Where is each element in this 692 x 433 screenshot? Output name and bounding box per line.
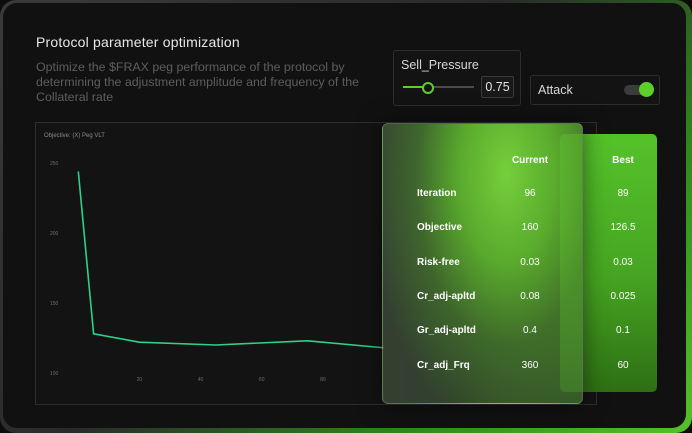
best-value: 60 xyxy=(617,360,629,371)
header-best: Best xyxy=(612,155,634,166)
row-label: Risk-free xyxy=(417,257,460,268)
current-value: 0.03 xyxy=(520,257,540,268)
sell-pressure-label: Sell_Pressure xyxy=(401,58,479,72)
attack-toggle[interactable] xyxy=(624,82,654,97)
row-label: Gr_adj-apltd xyxy=(417,325,476,336)
row-label: Cr_adj_Frq xyxy=(417,360,470,371)
y-tick-label: 200 xyxy=(50,231,59,237)
row-label: Iteration xyxy=(417,188,457,199)
y-tick-label: 250 xyxy=(50,161,59,167)
toggle-knob[interactable] xyxy=(639,82,654,97)
x-tick-label: 60 xyxy=(259,377,265,383)
attack-label: Attack xyxy=(538,83,573,97)
best-value: 89 xyxy=(617,188,629,199)
x-tick-label: 80 xyxy=(320,377,326,383)
page-description: Optimize the $FRAX peg performance of th… xyxy=(36,60,360,104)
row-label: Cr_adj-apltd xyxy=(417,291,476,302)
page-title: Protocol parameter optimization xyxy=(36,34,240,50)
current-value: 0.08 xyxy=(520,291,540,302)
y-tick-label: 150 xyxy=(50,301,59,307)
best-value: 0.03 xyxy=(613,257,633,268)
best-value: 0.025 xyxy=(610,291,636,302)
slider-thumb[interactable] xyxy=(421,82,434,94)
y-tick-label: 100 xyxy=(50,371,59,377)
current-value: 0.4 xyxy=(523,325,537,336)
row-label: Objective xyxy=(417,222,463,233)
current-value: 360 xyxy=(521,360,539,371)
current-value: 160 xyxy=(521,222,539,233)
header-current: Current xyxy=(511,155,549,166)
sell-pressure-slider[interactable] xyxy=(403,82,474,94)
x-tick-label: 20 xyxy=(137,377,143,383)
current-value: 96 xyxy=(524,188,536,199)
sell-pressure-value-input[interactable]: 0.75 xyxy=(481,76,514,98)
attack-control: Attack xyxy=(530,75,660,105)
series-line xyxy=(77,171,385,349)
x-tick-label: 40 xyxy=(198,377,204,383)
sell-pressure-control: Sell_Pressure 0.75 xyxy=(393,50,521,106)
best-value: 126.5 xyxy=(610,222,636,233)
best-value: 0.1 xyxy=(616,325,630,336)
